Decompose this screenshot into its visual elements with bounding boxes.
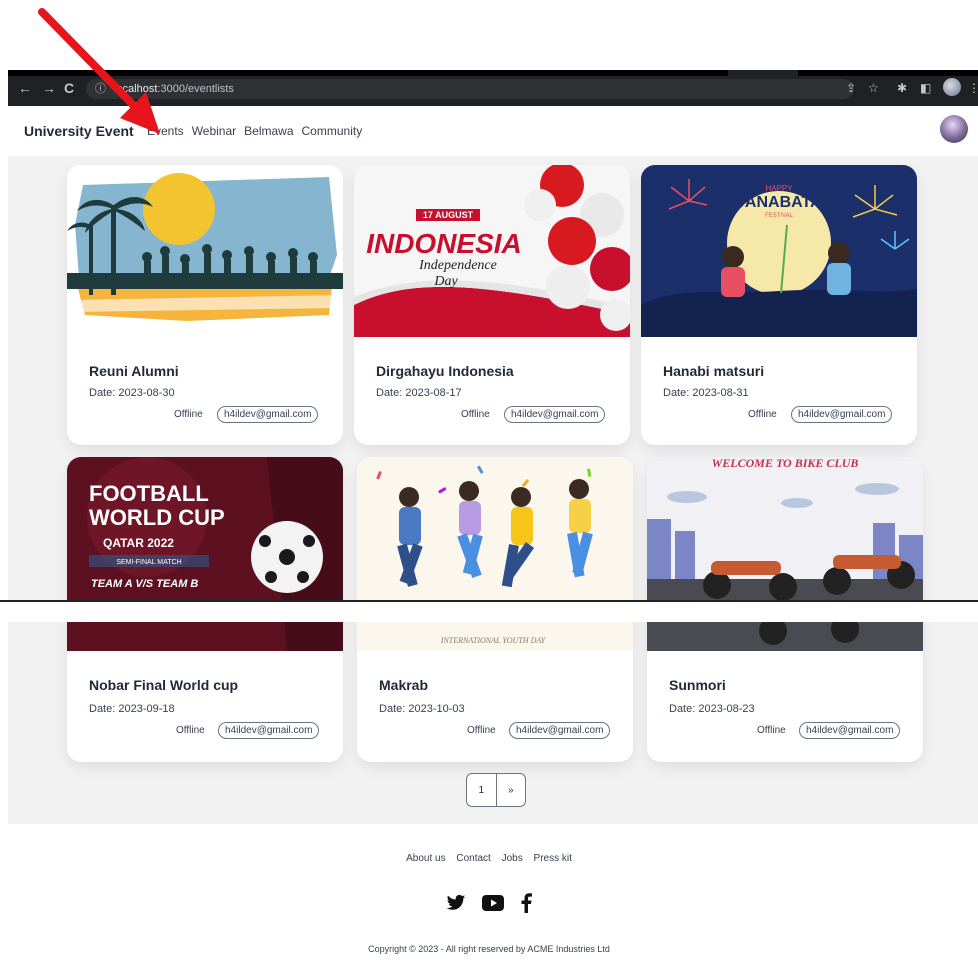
event-date: Date: 2023-08-30 bbox=[89, 387, 175, 399]
event-email-badge: h4ildev@gmail.com bbox=[217, 406, 319, 423]
page-1-button[interactable]: 1 bbox=[467, 774, 496, 806]
image-sub-text: FESTIVAL bbox=[765, 213, 794, 219]
nav-link-events[interactable]: Events bbox=[147, 124, 184, 138]
url-host: localhost bbox=[114, 83, 158, 95]
footer-links: About us Contact Jobs Press kit bbox=[0, 853, 978, 864]
image-main-text: INDONESIA bbox=[366, 228, 522, 259]
event-card[interactable]: Reuni Alumni Date: 2023-08-30 Offline h4… bbox=[67, 165, 343, 445]
event-mode: Offline bbox=[748, 409, 777, 420]
event-title[interactable]: Nobar Final World cup bbox=[89, 677, 238, 693]
event-date: Date: 2023-09-18 bbox=[89, 703, 175, 715]
event-mode: Offline bbox=[757, 725, 786, 736]
event-title[interactable]: Dirgahayu Indonesia bbox=[376, 363, 514, 379]
event-image: 17 AUGUST INDONESIA Independence Day bbox=[354, 165, 630, 337]
nav-link-belmawa[interactable]: Belmawa bbox=[244, 124, 293, 138]
event-card[interactable]: 17 AUGUST INDONESIA Independence Day Dir… bbox=[354, 165, 630, 445]
event-title[interactable]: Makrab bbox=[379, 677, 428, 693]
twitter-icon[interactable] bbox=[446, 894, 466, 917]
address-bar[interactable]: ⓘ localhost:3000/eventlists bbox=[86, 79, 854, 99]
youtube-icon[interactable] bbox=[482, 895, 504, 916]
menu-kebab-icon[interactable]: ⋮ bbox=[968, 80, 978, 96]
image-main-text: TANABATA bbox=[736, 194, 822, 211]
event-email-badge: h4ildev@gmail.com bbox=[791, 406, 893, 423]
side-panel-icon[interactable]: ◧ bbox=[920, 80, 931, 96]
browser-tab[interactable] bbox=[728, 70, 798, 76]
event-title[interactable]: Reuni Alumni bbox=[89, 363, 179, 379]
event-card[interactable]: HAPPY TANABATA FESTIVAL Hanabi matsuri D… bbox=[641, 165, 917, 445]
info-icon[interactable]: ⓘ bbox=[95, 79, 106, 99]
profile-avatar-icon[interactable] bbox=[943, 78, 961, 96]
app-navbar: University Event Events Webinar Belmawa … bbox=[8, 106, 978, 156]
event-date: Date: 2023-08-31 bbox=[663, 387, 749, 399]
screenshot-gap bbox=[0, 602, 978, 622]
event-list: Reuni Alumni Date: 2023-08-30 Offline h4… bbox=[8, 156, 978, 824]
user-avatar[interactable] bbox=[940, 115, 968, 143]
image-line1-text: FOOTBALL bbox=[89, 481, 209, 506]
social-links bbox=[0, 893, 978, 918]
event-title[interactable]: Hanabi matsuri bbox=[663, 363, 764, 379]
event-date: Date: 2023-08-17 bbox=[376, 387, 462, 399]
event-email-badge: h4ildev@gmail.com bbox=[218, 722, 320, 739]
image-line2-text: WORLD CUP bbox=[89, 505, 225, 530]
event-image bbox=[67, 165, 343, 337]
url-path: :3000/eventlists bbox=[157, 83, 234, 95]
event-email-badge: h4ildev@gmail.com bbox=[504, 406, 606, 423]
next-page-button[interactable]: » bbox=[495, 774, 526, 806]
footer-link-jobs[interactable]: Jobs bbox=[502, 853, 523, 864]
share-icon[interactable]: ⇪ bbox=[846, 80, 856, 96]
image-line3-text: QATAR 2022 bbox=[103, 536, 174, 550]
extensions-icon[interactable]: ✱ bbox=[897, 80, 907, 96]
event-date: Date: 2023-08-23 bbox=[669, 703, 755, 715]
event-mode: Offline bbox=[461, 409, 490, 420]
brand-title[interactable]: University Event bbox=[24, 123, 134, 139]
pagination: 1 » bbox=[466, 773, 526, 807]
event-title[interactable]: Sunmori bbox=[669, 677, 726, 693]
copyright-text: Copyright © 2023 - All right reserved by… bbox=[368, 944, 610, 954]
image-sub2-text: Day bbox=[433, 274, 458, 289]
footer-link-contact[interactable]: Contact bbox=[456, 853, 490, 864]
event-mode: Offline bbox=[176, 725, 205, 736]
nav-link-webinar[interactable]: Webinar bbox=[192, 124, 236, 138]
event-mode: Offline bbox=[467, 725, 496, 736]
browser-toolbar: ← → C ⓘ localhost:3000/eventlists ⇪ ☆ ✱ … bbox=[8, 70, 978, 106]
tab-strip bbox=[8, 70, 978, 76]
bookmark-star-icon[interactable]: ☆ bbox=[868, 80, 879, 96]
image-main-text: WELCOME TO BIKE CLUB bbox=[712, 457, 859, 470]
facebook-icon[interactable] bbox=[520, 893, 533, 918]
event-email-badge: h4ildev@gmail.com bbox=[509, 722, 611, 739]
image-top-text: HAPPY bbox=[765, 184, 793, 193]
image-tag-text: 17 AUGUST bbox=[423, 210, 474, 220]
nav-links: Events Webinar Belmawa Community bbox=[147, 124, 362, 138]
image-caption-text: INTERNATIONAL YOUTH DAY bbox=[440, 636, 547, 645]
back-icon[interactable]: ← bbox=[18, 80, 32, 96]
reload-icon[interactable]: C bbox=[64, 80, 74, 96]
image-sub-text: Independence bbox=[418, 258, 497, 273]
forward-icon[interactable]: → bbox=[42, 80, 56, 96]
footer-link-about[interactable]: About us bbox=[406, 853, 445, 864]
event-email-badge: h4ildev@gmail.com bbox=[799, 722, 901, 739]
image-line5-text: TEAM A V/S TEAM B bbox=[91, 578, 198, 590]
nav-link-community[interactable]: Community bbox=[302, 124, 363, 138]
event-mode: Offline bbox=[174, 409, 203, 420]
footer-link-presskit[interactable]: Press kit bbox=[534, 853, 572, 864]
event-image: HAPPY TANABATA FESTIVAL bbox=[641, 165, 917, 337]
image-line4-text: SEMI-FINAL MATCH bbox=[116, 559, 181, 566]
event-date: Date: 2023-10-03 bbox=[379, 703, 465, 715]
